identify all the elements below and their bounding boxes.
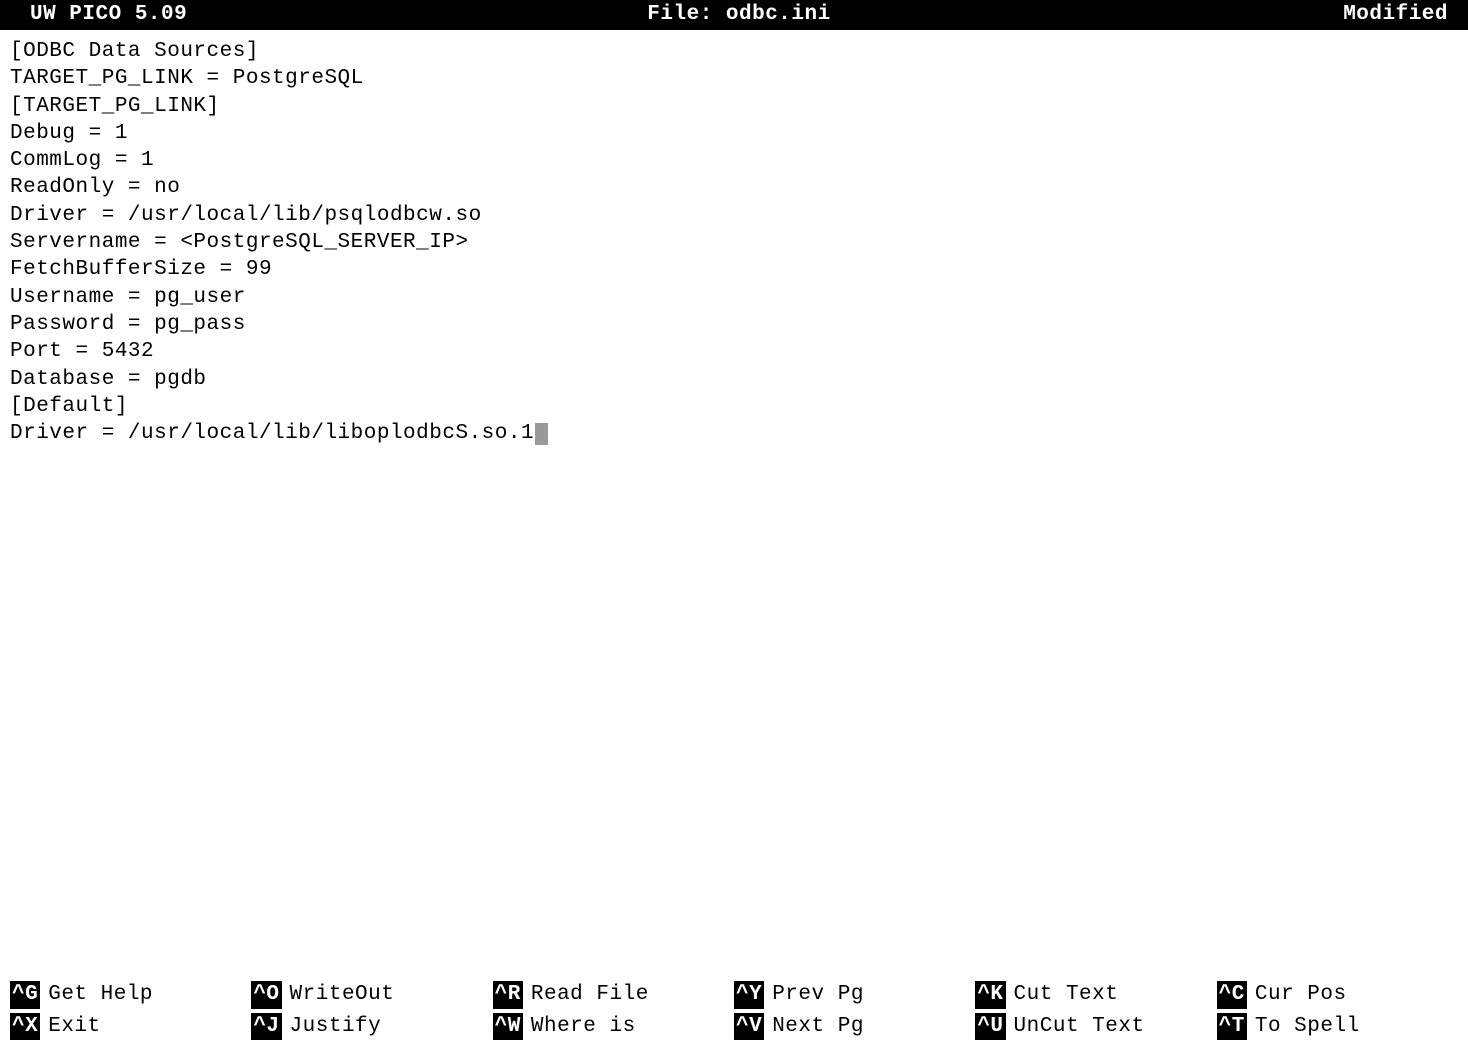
shortcut-label: Cut Text [1014,981,1119,1008]
app-title: UW PICO 5.09 [10,1,503,28]
shortcut-key: ^T [1217,1013,1247,1040]
editor-area[interactable]: [ODBC Data Sources]TARGET_PG_LINK = Post… [0,30,1468,970]
shortcut-key: ^Y [734,981,764,1008]
file-name: File: odbc.ini [503,1,976,28]
shortcut-key: ^C [1217,981,1247,1008]
shortcut-label: Read File [531,981,649,1008]
shortcut-label: Where is [531,1013,636,1040]
editor-line[interactable]: Database = pgdb [10,366,1458,393]
editor-line[interactable]: ReadOnly = no [10,174,1458,201]
shortcut-label: WriteOut [290,981,395,1008]
editor-line[interactable]: Debug = 1 [10,120,1458,147]
shortcut-get-help[interactable]: ^G Get Help [10,981,251,1008]
editor-line[interactable]: FetchBufferSize = 99 [10,256,1458,283]
editor-line[interactable]: [ODBC Data Sources] [10,38,1458,65]
shortcut-read-file[interactable]: ^R Read File [493,981,734,1008]
editor-line[interactable]: Driver = /usr/local/lib/psqlodbcw.so [10,202,1458,229]
editor-line[interactable]: Servername = <PostgreSQL_SERVER_IP> [10,229,1458,256]
shortcut-where-is[interactable]: ^W Where is [493,1013,734,1040]
shortcut-justify[interactable]: ^J Justify [251,1013,492,1040]
title-bar: UW PICO 5.09 File: odbc.ini Modified [0,0,1468,30]
shortcut-to-spell[interactable]: ^T To Spell [1217,1013,1458,1040]
shortcut-key: ^O [251,981,281,1008]
shortcut-key: ^X [10,1013,40,1040]
shortcut-label: Get Help [48,981,153,1008]
shortcut-key: ^K [975,981,1005,1008]
shortcut-label: To Spell [1255,1013,1360,1040]
shortcut-label: Cur Pos [1255,981,1347,1008]
shortcut-exit[interactable]: ^X Exit [10,1013,251,1040]
editor-line[interactable]: Username = pg_user [10,284,1458,311]
shortcut-next-pg[interactable]: ^V Next Pg [734,1013,975,1040]
shortcut-uncut-text[interactable]: ^U UnCut Text [975,1013,1216,1040]
modified-status: Modified [975,1,1458,28]
shortcut-key: ^W [493,1013,523,1040]
editor-line[interactable]: [TARGET_PG_LINK] [10,93,1458,120]
editor-line[interactable]: CommLog = 1 [10,147,1458,174]
shortcut-label: Exit [48,1013,100,1040]
shortcut-label: UnCut Text [1014,1013,1145,1040]
shortcut-key: ^J [251,1013,281,1040]
shortcut-prev-pg[interactable]: ^Y Prev Pg [734,981,975,1008]
editor-line[interactable]: Driver = /usr/local/lib/liboplodbcS.so.1 [10,420,1458,447]
shortcut-key: ^G [10,981,40,1008]
editor-line[interactable]: Port = 5432 [10,338,1458,365]
shortcut-key: ^U [975,1013,1005,1040]
editor-line[interactable]: TARGET_PG_LINK = PostgreSQL [10,65,1458,92]
editor-line[interactable]: [Default] [10,393,1458,420]
shortcut-label: Justify [290,1013,382,1040]
shortcut-cut-text[interactable]: ^K Cut Text [975,981,1216,1008]
shortcut-label: Prev Pg [772,981,864,1008]
cursor [535,423,548,445]
shortcut-key: ^R [493,981,523,1008]
editor-line[interactable]: Password = pg_pass [10,311,1458,338]
shortcut-cur-pos[interactable]: ^C Cur Pos [1217,981,1458,1008]
shortcut-bar: ^G Get Help ^O WriteOut ^R Read File ^Y Prev Pg… [0,981,1468,1040]
shortcut-writeout[interactable]: ^O WriteOut [251,981,492,1008]
shortcut-key: ^V [734,1013,764,1040]
shortcut-label: Next Pg [772,1013,864,1040]
